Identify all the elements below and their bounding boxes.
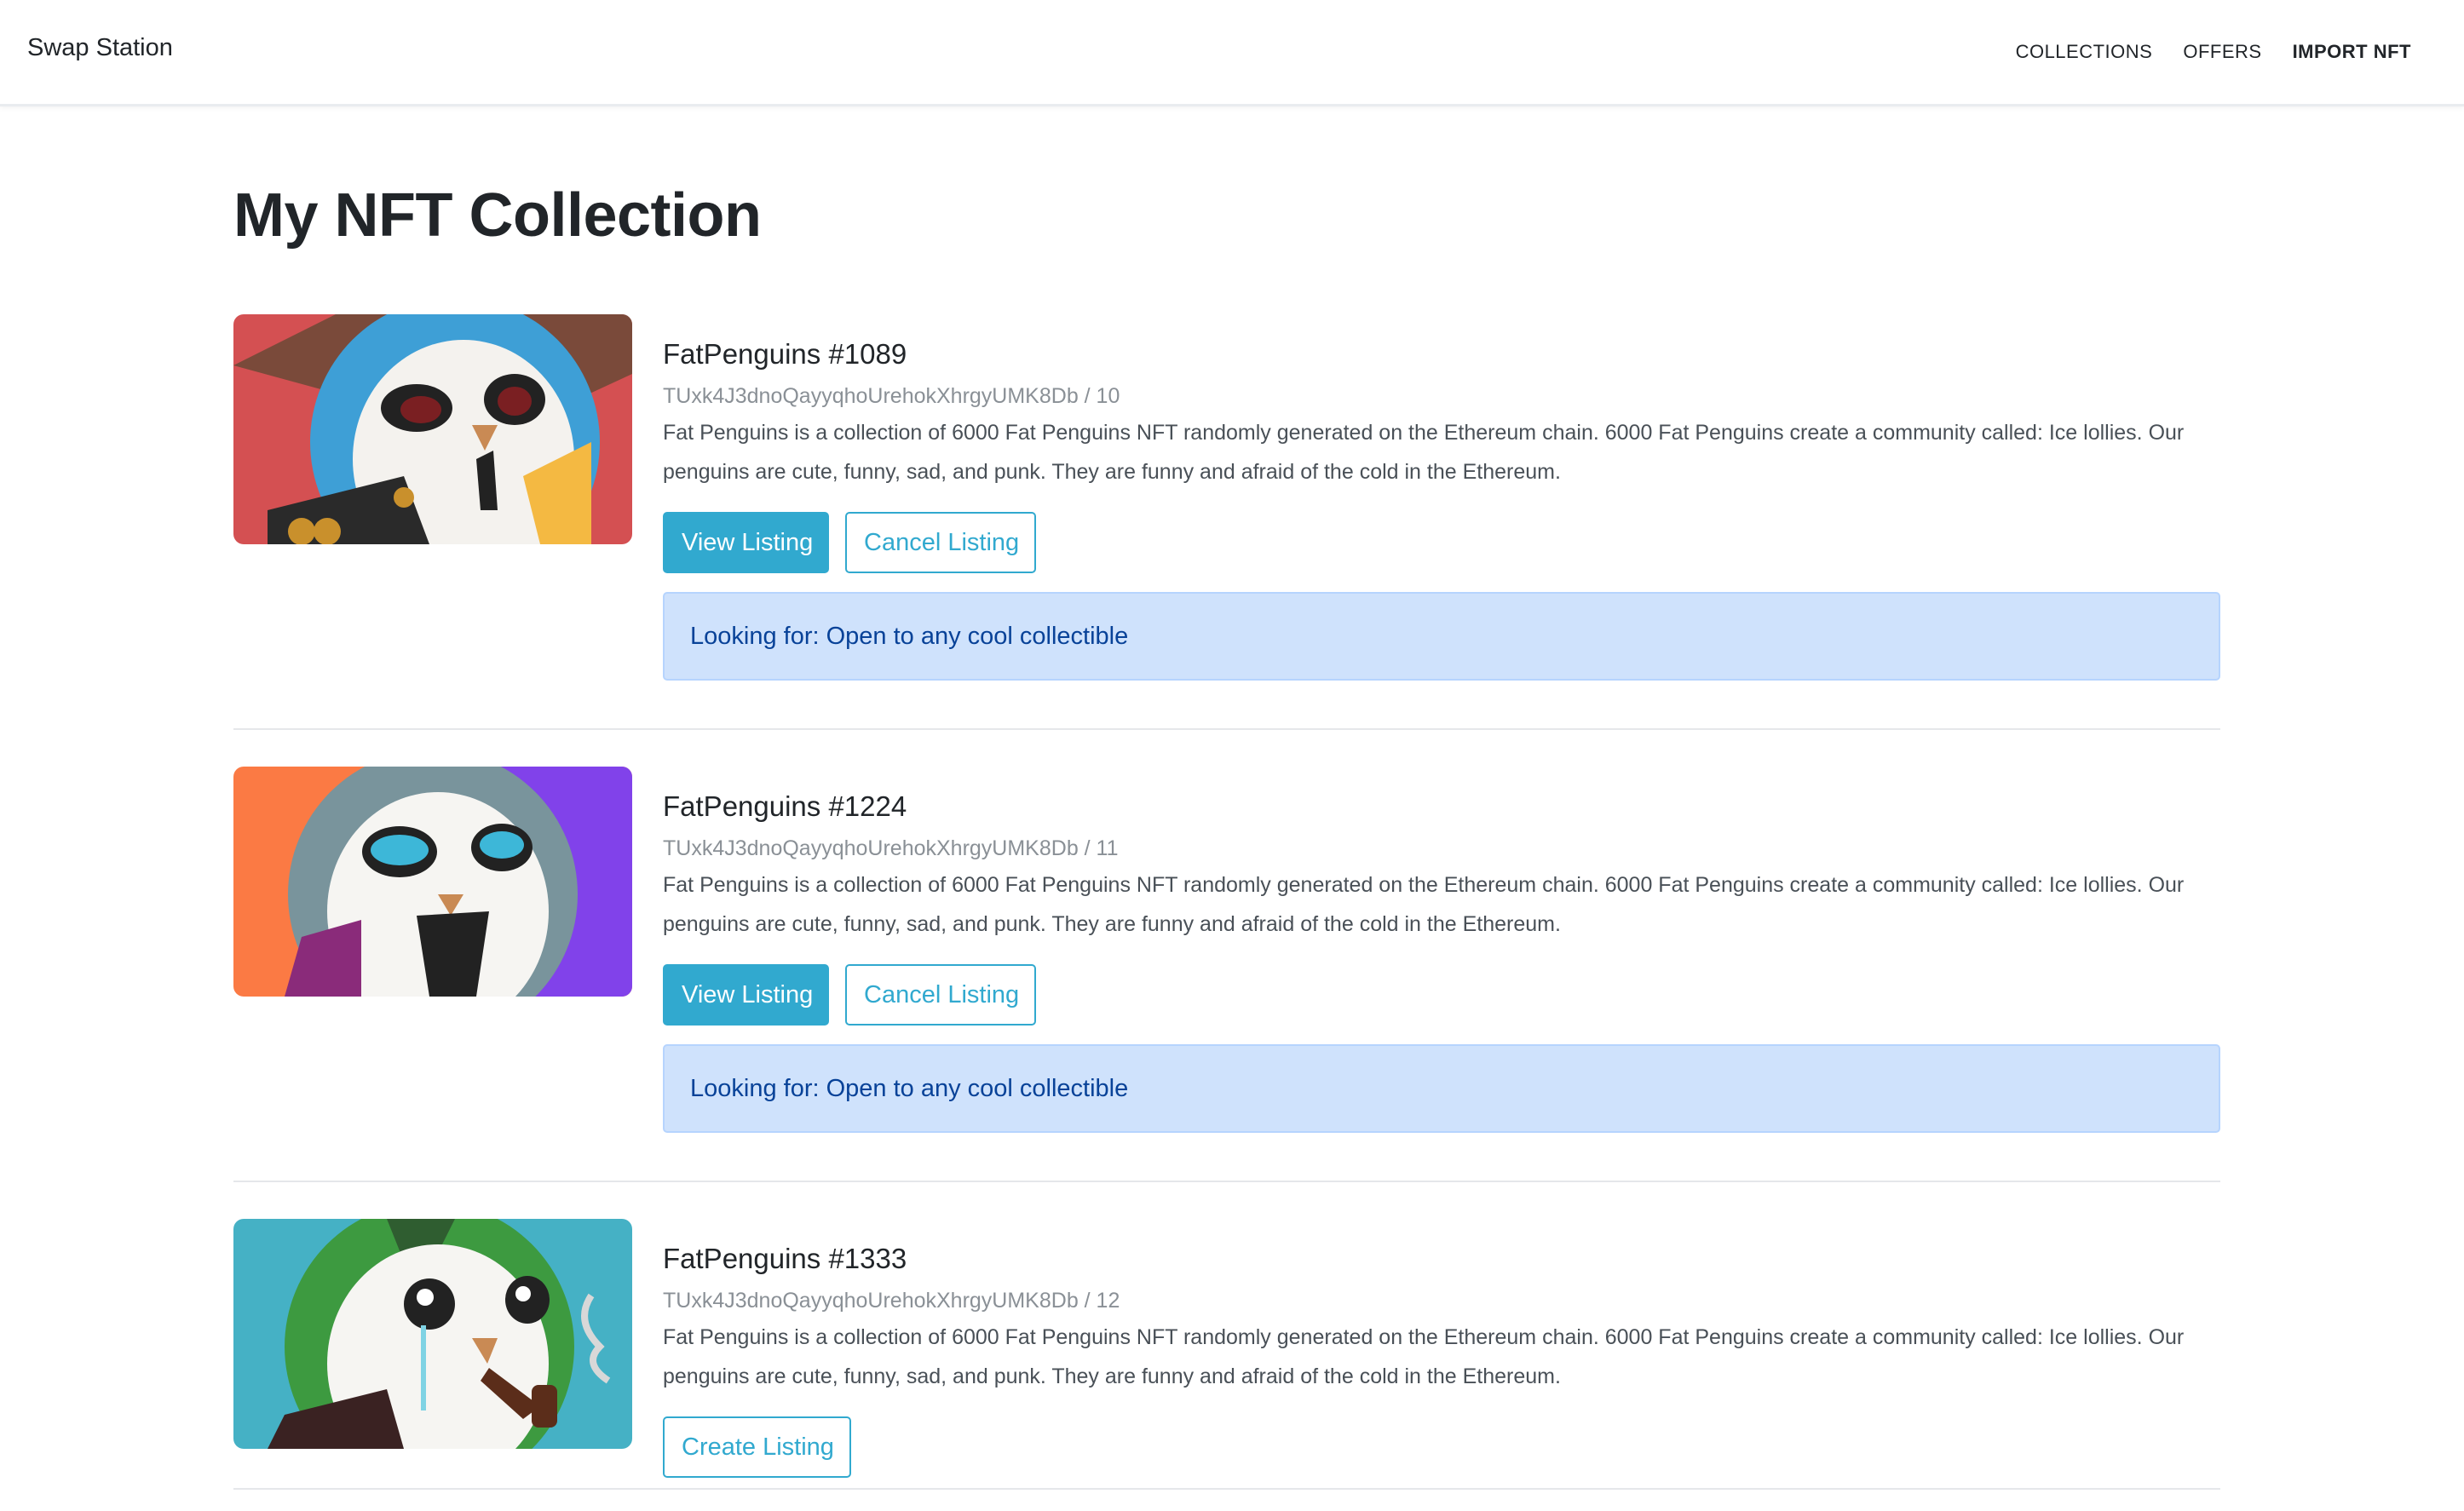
nft-contract-id: TUxk4J3dnoQayyqhoUrehokXhrgyUMK8Db / 10 xyxy=(663,384,1120,408)
item-divider xyxy=(233,1488,2220,1490)
nft-contract-id: TUxk4J3dnoQayyqhoUrehokXhrgyUMK8Db / 11 xyxy=(663,836,1119,860)
navbar: Swap Station COLLECTIONS OFFERS IMPORT N… xyxy=(0,0,2464,106)
nft-thumbnail[interactable] xyxy=(233,1219,632,1449)
nft-title: FatPenguins #1089 xyxy=(663,338,907,370)
nft-title: FatPenguins #1333 xyxy=(663,1243,907,1274)
penguin-1333-image xyxy=(233,1219,632,1449)
item-divider xyxy=(233,1181,2220,1182)
nft-item: FatPenguins #1224 TUxk4J3dnoQayyqhoUreho… xyxy=(233,767,2220,1141)
nft-description: Fat Penguins is a collection of 6000 Fat… xyxy=(663,873,2185,936)
nav-offers-link[interactable]: OFFERS xyxy=(2183,41,2261,63)
create-listing-button[interactable]: Create Listing xyxy=(663,1416,851,1478)
penguin-1224-image xyxy=(233,767,632,997)
nft-thumbnail[interactable] xyxy=(233,767,632,997)
nft-item: FatPenguins #1333 TUxk4J3dnoQayyqhoUreho… xyxy=(233,1219,2220,1491)
nav-import-nft-link[interactable]: IMPORT NFT xyxy=(2293,41,2411,63)
nft-title: FatPenguins #1224 xyxy=(663,790,907,822)
cancel-listing-button[interactable]: Cancel Listing xyxy=(845,964,1036,1026)
nft-contract-id: TUxk4J3dnoQayyqhoUrehokXhrgyUMK8Db / 12 xyxy=(663,1289,1120,1313)
looking-for-alert: Looking for: Open to any cool collectibl… xyxy=(663,592,2220,681)
cancel-listing-button[interactable]: Cancel Listing xyxy=(845,512,1036,573)
penguin-1089-image xyxy=(233,314,632,544)
looking-for-alert: Looking for: Open to any cool collectibl… xyxy=(663,1044,2220,1133)
nft-thumbnail[interactable] xyxy=(233,314,632,544)
nft-item: FatPenguins #1089 TUxk4J3dnoQayyqhoUreho… xyxy=(233,314,2220,689)
nav-links: COLLECTIONS OFFERS IMPORT NFT xyxy=(2016,41,2411,63)
view-listing-button[interactable]: View Listing xyxy=(663,512,829,573)
page-title: My NFT Collection xyxy=(233,181,762,250)
nft-description: Fat Penguins is a collection of 6000 Fat… xyxy=(663,421,2185,484)
item-divider xyxy=(233,728,2220,730)
view-listing-button[interactable]: View Listing xyxy=(663,964,829,1026)
brand-link[interactable]: Swap Station xyxy=(27,34,173,62)
nft-description: Fat Penguins is a collection of 6000 Fat… xyxy=(663,1325,2185,1388)
nav-collections-link[interactable]: COLLECTIONS xyxy=(2016,41,2153,63)
